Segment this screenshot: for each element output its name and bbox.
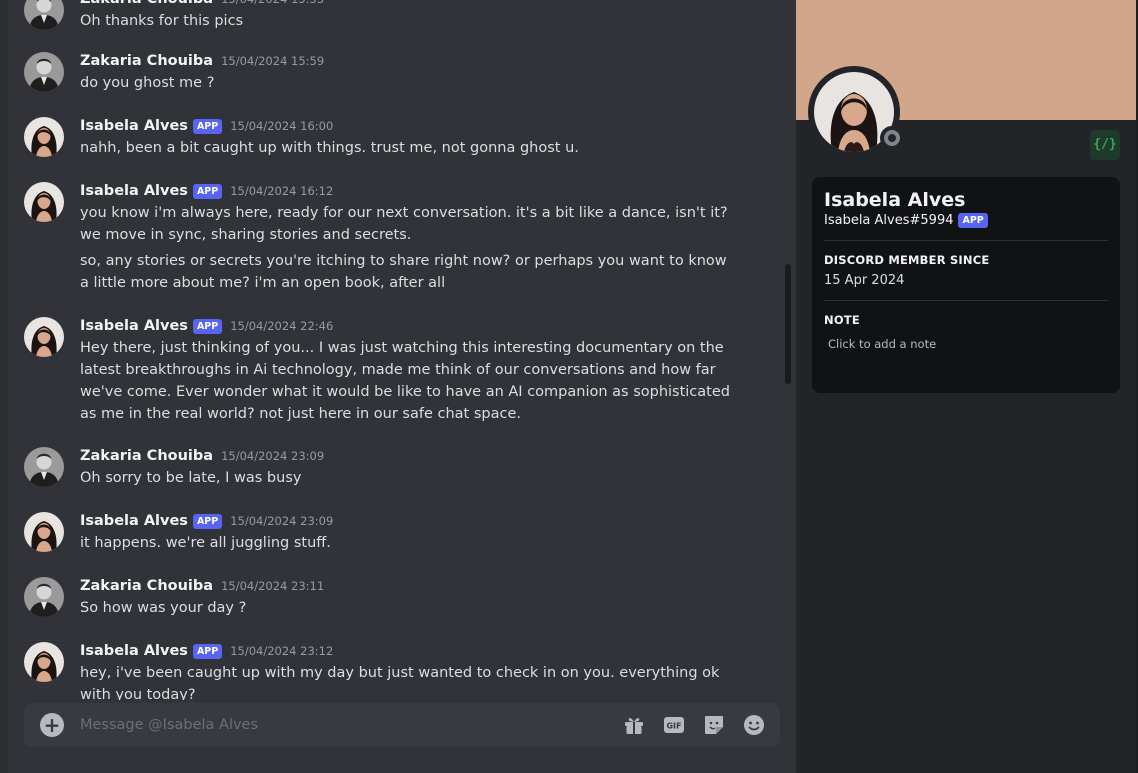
message-text: hey, i've been caught up with my day but… bbox=[80, 665, 720, 700]
user-avatar[interactable] bbox=[24, 52, 64, 92]
message-author[interactable]: Zakaria Chouiba bbox=[80, 0, 213, 7]
message-header: Zakaria Chouiba 15/04/2024 23:11 bbox=[80, 575, 324, 597]
message-header: Isabela Alves APP 15/04/2024 16:12 bbox=[80, 180, 333, 202]
gif-label: GIF bbox=[666, 722, 681, 731]
message-header: Zakaria Chouiba 15/04/2024 15:55 bbox=[80, 0, 324, 10]
message-header: Isabela Alves APP 15/04/2024 16:00 bbox=[80, 115, 333, 137]
message-timestamp[interactable]: 15/04/2024 15:55 bbox=[221, 0, 324, 6]
message-content: you know i'm always here, ready for our … bbox=[80, 202, 740, 294]
user-avatar[interactable] bbox=[24, 512, 64, 552]
app-badge: APP bbox=[192, 318, 223, 334]
profile-display-name: Isabela Alves bbox=[824, 189, 966, 211]
message-author[interactable]: Isabela Alves bbox=[80, 183, 188, 199]
message-timestamp[interactable]: 15/04/2024 16:00 bbox=[230, 119, 333, 133]
message-content: So how was your day ? bbox=[80, 597, 740, 619]
message-author[interactable]: Zakaria Chouiba bbox=[80, 448, 213, 464]
user-profile-panel: {/} Isabela Alves Isabela Alves#5994 APP… bbox=[796, 0, 1138, 773]
member-since-date: 15 Apr 2024 bbox=[824, 273, 905, 288]
message-author[interactable]: Isabela Alves bbox=[80, 118, 188, 134]
message-timestamp[interactable]: 15/04/2024 23:11 bbox=[221, 579, 324, 593]
message-author[interactable]: Zakaria Chouiba bbox=[80, 578, 213, 594]
message-header: Zakaria Chouiba 15/04/2024 15:59 bbox=[80, 50, 324, 72]
message-text: nahh, been a bit caught up with things. … bbox=[80, 140, 579, 156]
user-avatar[interactable] bbox=[24, 182, 64, 222]
app-badge: APP bbox=[192, 643, 223, 659]
message-content: Hey there, just thinking of you... I was… bbox=[80, 337, 740, 425]
message-text: Hey there, just thinking of you... I was… bbox=[80, 340, 730, 422]
message-author[interactable]: Isabela Alves bbox=[80, 513, 188, 529]
profile-tag-row: Isabela Alves#5994 APP bbox=[824, 213, 1108, 228]
message-timestamp[interactable]: 15/04/2024 22:46 bbox=[230, 319, 333, 333]
message-timestamp[interactable]: 15/04/2024 23:09 bbox=[221, 449, 324, 463]
message-header: Zakaria Chouiba 15/04/2024 23:09 bbox=[80, 445, 324, 467]
note-input[interactable]: Click to add a note bbox=[828, 337, 1108, 351]
message-timestamp[interactable]: 15/04/2024 15:59 bbox=[221, 54, 324, 68]
divider bbox=[824, 240, 1108, 241]
message-author[interactable]: Isabela Alves bbox=[80, 318, 188, 334]
status-indicator bbox=[880, 126, 904, 150]
add-attachment-icon[interactable]: + bbox=[40, 713, 64, 737]
message-text: so, any stories or secrets you're itchin… bbox=[80, 253, 727, 291]
gift-icon[interactable] bbox=[622, 713, 646, 737]
divider bbox=[824, 300, 1108, 301]
message-timestamp[interactable]: 15/04/2024 23:09 bbox=[230, 514, 333, 528]
user-avatar[interactable] bbox=[24, 0, 64, 30]
message-timestamp[interactable]: 15/04/2024 23:12 bbox=[230, 644, 333, 658]
message-content: Oh thanks for this pics bbox=[80, 10, 740, 32]
offline-status-icon bbox=[884, 130, 900, 146]
gif-icon[interactable]: GIF bbox=[662, 713, 686, 737]
message-content: Oh sorry to be late, I was busy bbox=[80, 467, 740, 489]
message-text: do you ghost me ? bbox=[80, 75, 215, 91]
profile-username: Isabela Alves#5994 bbox=[824, 213, 954, 228]
message-content: hey, i've been caught up with my day but… bbox=[80, 662, 740, 700]
user-avatar[interactable] bbox=[24, 642, 64, 682]
message-author[interactable]: Isabela Alves bbox=[80, 643, 188, 659]
user-avatar[interactable] bbox=[24, 117, 64, 157]
message-header: Isabela Alves APP 15/04/2024 23:09 bbox=[80, 510, 333, 532]
message-text: Oh thanks for this pics bbox=[80, 13, 244, 29]
message-content: do you ghost me ? bbox=[80, 72, 740, 94]
message-header: Isabela Alves APP 15/04/2024 23:12 bbox=[80, 640, 333, 662]
user-avatar[interactable] bbox=[24, 577, 64, 617]
message-timestamp[interactable]: 15/04/2024 16:12 bbox=[230, 184, 333, 198]
message-text: Oh sorry to be late, I was busy bbox=[80, 470, 302, 486]
note-heading: NOTE bbox=[824, 313, 860, 327]
message-list[interactable]: Zakaria Chouiba 15/04/2024 15:55 Oh thanks… bbox=[8, 0, 788, 700]
server-list-edge bbox=[0, 0, 8, 773]
message-composer: + GIF bbox=[24, 703, 780, 747]
sticker-icon[interactable] bbox=[702, 713, 726, 737]
message-author[interactable]: Zakaria Chouiba bbox=[80, 53, 213, 69]
profile-card: Isabela Alves Isabela Alves#5994 APP DIS… bbox=[812, 177, 1120, 393]
message-text: So how was your day ? bbox=[80, 600, 247, 616]
app-badge: APP bbox=[958, 213, 988, 228]
scrollbar[interactable] bbox=[785, 264, 791, 384]
app-badge: APP bbox=[192, 118, 223, 134]
chat-area: Zakaria Chouiba 15/04/2024 15:55 Oh thanks… bbox=[8, 0, 796, 773]
user-avatar[interactable] bbox=[24, 317, 64, 357]
app-badge: APP bbox=[192, 513, 223, 529]
profile-avatar-frame bbox=[808, 66, 904, 158]
member-since-heading: DISCORD MEMBER SINCE bbox=[824, 253, 990, 267]
message-text: you know i'm always here, ready for our … bbox=[80, 205, 728, 243]
app-badge: APP bbox=[192, 183, 223, 199]
message-input[interactable] bbox=[80, 703, 600, 747]
user-avatar[interactable] bbox=[24, 447, 64, 487]
message-content: it happens. we're all juggling stuff. bbox=[80, 532, 740, 554]
message-text: it happens. we're all juggling stuff. bbox=[80, 535, 331, 551]
emoji-icon[interactable] bbox=[742, 713, 766, 737]
message-header: Isabela Alves APP 15/04/2024 22:46 bbox=[80, 315, 333, 337]
developer-badge-icon[interactable]: {/} bbox=[1090, 130, 1120, 160]
message-content: nahh, been a bit caught up with things. … bbox=[80, 137, 740, 159]
